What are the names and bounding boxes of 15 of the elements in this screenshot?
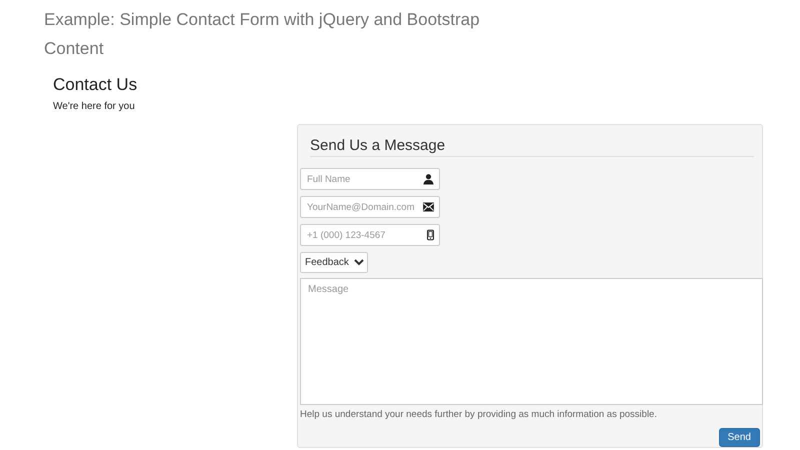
phone-icon [427,230,434,240]
contact-heading: Contact Us [53,75,138,95]
input-field[interactable]: +1 (000) 123-4567 [300,224,440,246]
form-title: Send Us a Message [310,137,754,157]
person-icon [423,174,434,184]
input-field[interactable]: Full Name [300,168,440,190]
message-field[interactable]: Message [300,278,763,405]
send-button[interactable]: Send [718,428,760,447]
envelope-icon [423,202,434,212]
feedback-dropdown[interactable]: Feedback [300,252,368,273]
page-title: Example: Simple Contact Form with jQuery and Bootstrap [44,10,480,30]
contact-subheading: We're here for you [53,101,135,112]
help-text: Help us understand your needs further by providing as much information as possible. [300,409,657,420]
input-field[interactable]: YourName@Domain.com [300,196,440,218]
section-title: Content [44,39,104,59]
